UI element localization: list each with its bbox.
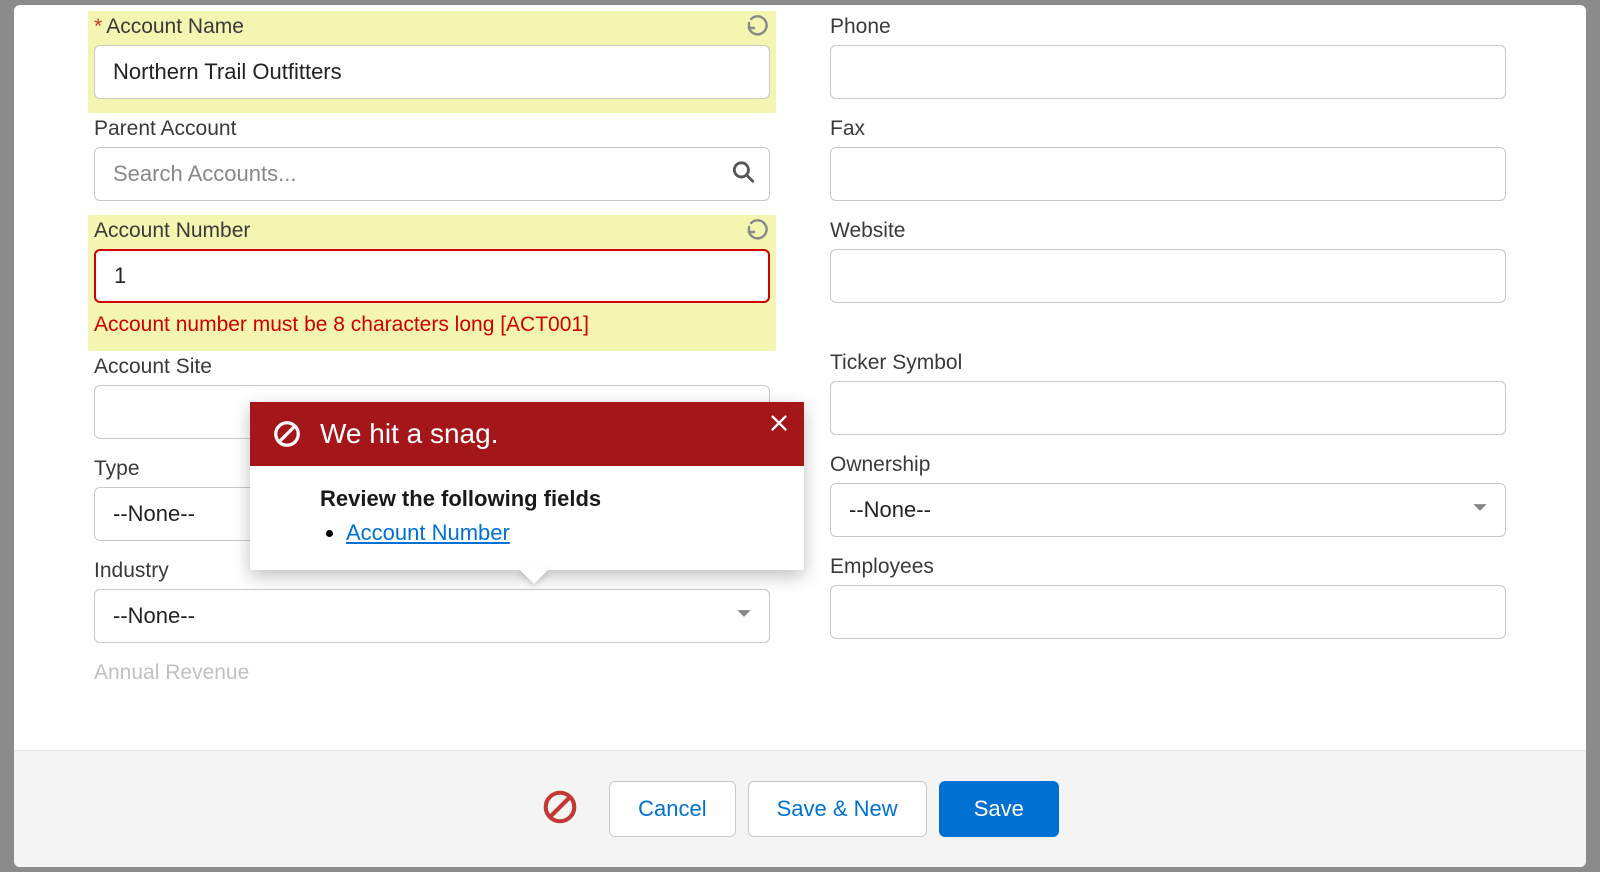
label-account-site: Account Site — [94, 355, 212, 379]
label-fax: Fax — [830, 117, 865, 141]
account-number-input[interactable] — [94, 249, 770, 303]
phone-input[interactable] — [830, 45, 1506, 99]
label-ticker-symbol: Ticker Symbol — [830, 351, 962, 375]
error-popover-body: Review the following fields Account Numb… — [250, 466, 804, 570]
save-and-new-button[interactable]: Save & New — [748, 781, 927, 837]
label-parent-account: Parent Account — [94, 117, 236, 141]
field-ownership: Ownership --None-- — [830, 449, 1506, 551]
label-website: Website — [830, 219, 905, 243]
label-annual-revenue: Annual Revenue — [94, 661, 249, 685]
label-ownership: Ownership — [830, 453, 930, 477]
error-field-link[interactable]: Account Number — [346, 520, 510, 545]
label-phone: Phone — [830, 15, 891, 39]
left-column: *Account Name Parent Account — [94, 11, 770, 750]
field-fax: Fax — [830, 113, 1506, 215]
save-button[interactable]: Save — [939, 781, 1059, 837]
search-icon[interactable] — [730, 159, 756, 190]
cancel-button[interactable]: Cancel — [609, 781, 735, 837]
required-star-icon: * — [94, 15, 102, 38]
error-popover-title: We hit a snag. — [320, 418, 498, 450]
prohibit-icon — [541, 788, 579, 831]
parent-account-input[interactable] — [94, 147, 770, 201]
modal-footer: Cancel Save & New Save — [14, 750, 1586, 867]
field-ticker-symbol: Ticker Symbol — [830, 347, 1506, 449]
close-icon[interactable] — [768, 412, 790, 439]
label-employees: Employees — [830, 555, 934, 579]
error-popover: We hit a snag. Review the following fiel… — [250, 402, 804, 570]
account-number-error: Account number must be 8 characters long… — [94, 313, 770, 337]
employees-input[interactable] — [830, 585, 1506, 639]
label-type: Type — [94, 457, 140, 481]
prohibit-icon — [272, 419, 302, 449]
field-employees: Employees — [830, 551, 1506, 653]
industry-select[interactable]: --None-- — [94, 589, 770, 643]
field-account-name: *Account Name — [88, 11, 776, 113]
field-annual-revenue: Annual Revenue — [94, 657, 770, 705]
fax-input[interactable] — [830, 147, 1506, 201]
label-account-name: *Account Name — [94, 15, 244, 39]
field-account-number: Account Number Account number must be 8 … — [88, 215, 776, 351]
label-industry: Industry — [94, 559, 169, 583]
error-popover-header: We hit a snag. — [250, 402, 804, 466]
website-input[interactable] — [830, 249, 1506, 303]
field-phone: Phone — [830, 11, 1506, 113]
ownership-select[interactable]: --None-- — [830, 483, 1506, 537]
error-field-link-item: Account Number — [346, 520, 734, 546]
ticker-symbol-input[interactable] — [830, 381, 1506, 435]
popover-nubbin-icon — [518, 568, 550, 584]
field-website: Website — [830, 215, 1506, 317]
form-body: *Account Name Parent Account — [14, 5, 1586, 750]
field-parent-account: Parent Account — [94, 113, 770, 215]
undo-icon[interactable] — [746, 15, 770, 39]
label-account-number: Account Number — [94, 219, 250, 243]
account-name-input[interactable] — [94, 45, 770, 99]
field-industry: Industry --None-- — [94, 555, 770, 657]
error-popover-subhead: Review the following fields — [320, 486, 734, 512]
edit-record-modal: *Account Name Parent Account — [14, 5, 1586, 867]
right-column: Phone Fax Website Ticker Symbol Ownershi… — [830, 11, 1506, 750]
undo-icon[interactable] — [746, 219, 770, 243]
